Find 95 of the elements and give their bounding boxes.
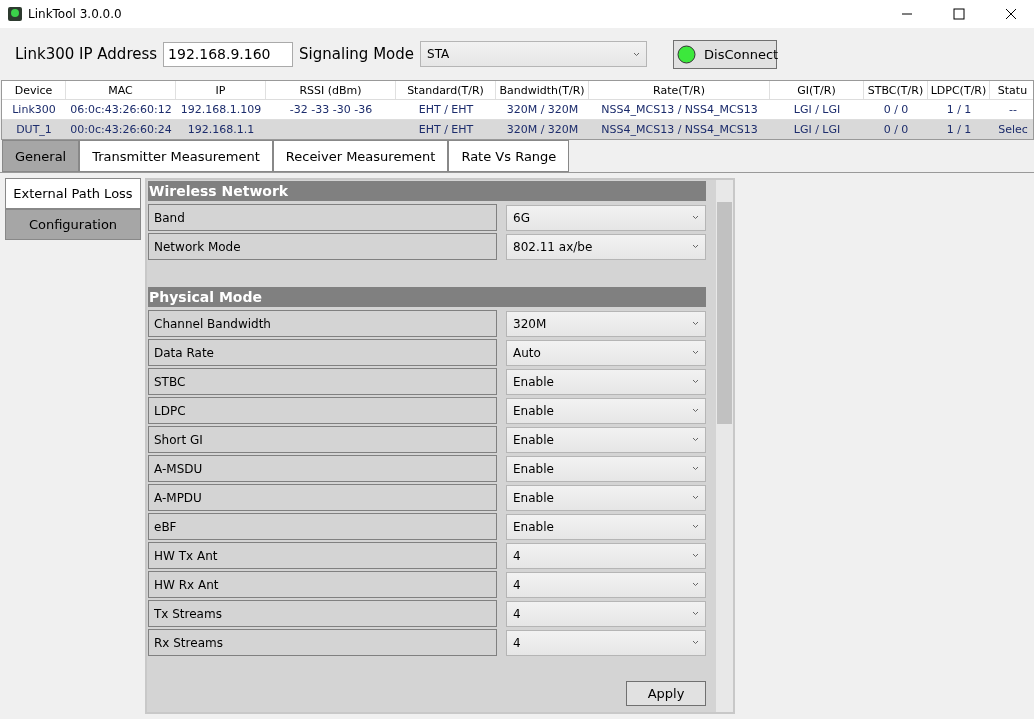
table-cell-text: DUT_1 [15,122,53,138]
setting-label: LDPC [148,397,497,424]
table-cell-text: EHT / EHT [417,122,475,138]
chevron-down-icon [692,321,699,326]
chevron-down-icon [692,611,699,616]
setting-label: eBF [148,513,497,540]
setting-dropdown[interactable]: Enable [506,484,706,511]
scrollbar[interactable] [716,180,733,712]
setting-label: Short GI [148,426,497,453]
table-cell-text: LGI / LGI [792,102,842,118]
setting-label: Data Rate [148,339,497,366]
setting-dropdown[interactable]: 4 [506,571,706,598]
setting-label: Network Mode [148,233,497,260]
table-cell-text: 1 / 1 [945,122,973,138]
setting-dropdown[interactable]: Enable [506,455,706,482]
setting-dropdown[interactable]: Enable [506,426,706,453]
table-cell-text: EHT / EHT [417,102,475,118]
column-header[interactable]: Bandwidth(T/R) [496,81,589,99]
setting-label: HW Tx Ant [148,542,497,569]
table-cell-text: LGI / LGI [792,122,842,138]
chevron-down-icon [692,408,699,413]
setting-dropdown[interactable]: 320M [506,310,706,337]
setting-label: Rx Streams [148,629,497,656]
chevron-down-icon [692,640,699,645]
chevron-down-icon [692,215,699,220]
column-header[interactable]: Statu [990,81,1033,99]
chevron-down-icon [692,379,699,384]
setting-dropdown[interactable]: 4 [506,600,706,627]
table-cell-text: 192.168.1.1 [186,122,256,138]
table-cell-text: 320M / 320M [505,102,580,118]
column-header[interactable]: Standard(T/R) [396,81,496,99]
table-cell-text: 0 / 0 [882,122,910,138]
app-icon [8,7,22,21]
column-header[interactable]: LDPC(T/R) [928,81,990,99]
chevron-down-icon [633,51,640,57]
column-header[interactable]: IP [176,81,266,99]
table-cell-text: -- [1008,102,1018,118]
chevron-down-icon [692,244,699,249]
maximize-icon[interactable] [953,8,965,20]
signaling-mode-label: Signaling Mode [299,45,414,63]
column-header[interactable]: STBC(T/R) [864,81,928,99]
chevron-down-icon [692,553,699,558]
ip-address-field[interactable]: 192.168.9.160 [163,41,294,67]
chevron-down-icon [692,466,699,471]
chevron-down-icon [692,350,699,355]
setting-label: A-MSDU [148,455,497,482]
column-header[interactable]: GI(T/R) [770,81,864,99]
close-icon[interactable] [1005,8,1017,20]
setting-label: STBC [148,368,497,395]
chevron-down-icon [692,437,699,442]
setting-dropdown[interactable]: 4 [506,542,706,569]
ip-address-label: Link300 IP Address [15,45,158,63]
column-header[interactable]: MAC [66,81,176,99]
section-header: Physical Mode [148,287,706,307]
apply-button[interactable]: Apply [626,681,706,706]
table-cell-text: Link300 [11,102,57,118]
chevron-down-icon [692,524,699,529]
section-header: Wireless Network [148,181,706,201]
setting-dropdown[interactable]: 4 [506,629,706,656]
table-cell-text: NSS4_MCS13 / NSS4_MCS13 [600,102,759,118]
setting-dropdown[interactable]: Enable [506,368,706,395]
setting-label: HW Rx Ant [148,571,497,598]
side-tab[interactable]: Configuration [5,209,141,240]
chevron-down-icon [692,582,699,587]
setting-dropdown[interactable]: Enable [506,513,706,540]
setting-label: Tx Streams [148,600,497,627]
column-header[interactable]: RSSI (dBm) [266,81,396,99]
table-cell-text: 192.168.1.109 [179,102,263,118]
tab[interactable]: Rate Vs Range [448,140,570,172]
setting-label: A-MPDU [148,484,497,511]
table-cell-text: -32 -33 -30 -36 [288,102,374,118]
setting-dropdown[interactable]: 802.11 ax/be [506,233,706,260]
window-title: LinkTool 3.0.0.0 [28,7,123,21]
setting-label: Band [148,204,497,231]
table-row[interactable]: DUT_1 00:0c:43:26:60:24 192.168.1.1 EHT / EHT 320M / 320M NSS4_MCS13 / NSS4_MCS13 LGI / LGI 0 / 0 1 / 1 Selec [2,120,1033,139]
table-cell-text: NSS4_MCS13 / NSS4_MCS13 [600,122,759,138]
tab[interactable]: General [2,140,80,172]
signaling-mode-dropdown[interactable]: STA [420,41,647,67]
tab[interactable]: Receiver Measurement [272,140,449,172]
setting-label: Channel Bandwidth [148,310,497,337]
table-cell-text: 06:0c:43:26:60:12 [69,102,173,118]
setting-dropdown[interactable]: Auto [506,339,706,366]
table-cell-text: 1 / 1 [945,102,973,118]
table-cell-text: 320M / 320M [505,122,580,138]
table-cell-text: 0 / 0 [882,102,910,118]
setting-dropdown[interactable]: Enable [506,397,706,424]
chevron-down-icon [692,495,699,500]
disconnect-button[interactable]: DisConnect [673,39,777,69]
table-cell-text: Selec [997,122,1029,138]
table-cell-text: 00:0c:43:26:60:24 [69,122,173,138]
side-tab[interactable]: External Path Loss [5,178,141,209]
column-header[interactable]: Device [2,81,66,99]
tab[interactable]: Transmitter Measurement [79,140,273,172]
setting-dropdown[interactable]: 6G [506,204,706,231]
column-header[interactable]: Rate(T/R) [589,81,770,99]
